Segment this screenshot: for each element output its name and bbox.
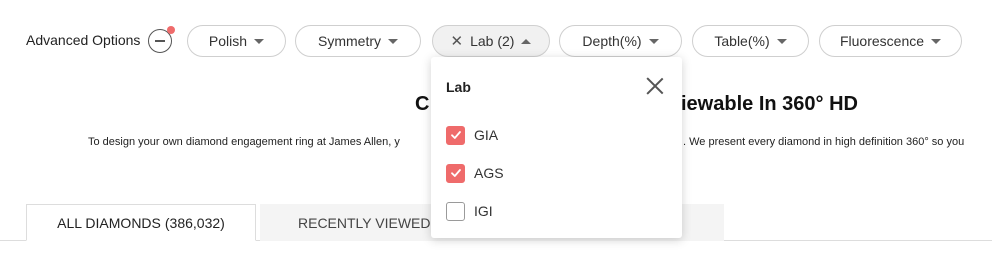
filter-chip-fluorescence[interactable]: Fluorescence [819, 25, 962, 57]
page-description-start: To design your own diamond engagement ri… [88, 136, 400, 148]
checkmark-icon [450, 131, 461, 139]
checkbox-checked[interactable] [446, 163, 465, 183]
option-label: GIA [474, 127, 499, 143]
caret-down-icon [776, 38, 787, 44]
tab-label: ALL DIAMONDS [57, 214, 161, 231]
caret-down-icon [388, 38, 398, 44]
tab-count: (386,032) [164, 214, 225, 231]
page-headline-start: C [415, 93, 430, 115]
filter-chip-label: Depth(%) [582, 33, 642, 49]
filter-chip-label: Lab (2) [470, 33, 515, 49]
checkmark-icon [450, 169, 461, 177]
page-description-end: . We present every diamond in high defin… [683, 136, 965, 148]
notification-dot [167, 26, 175, 34]
checkbox-unchecked[interactable] [446, 201, 465, 221]
filter-chip-symmetry[interactable]: Symmetry [295, 25, 421, 57]
close-icon[interactable] [646, 77, 664, 95]
page-headline-end: iewable In 360° HD [681, 93, 858, 115]
lab-option-ags[interactable]: AGS [446, 163, 504, 183]
advanced-options-toggle[interactable] [148, 26, 175, 53]
tab-label: RECENTLY VIEWED [298, 214, 431, 231]
filter-chip-label: Fluorescence [839, 33, 925, 49]
lab-option-gia[interactable]: GIA [446, 125, 498, 145]
dropdown-title: Lab [446, 79, 471, 95]
filter-chip-depth[interactable]: Depth(%) [559, 25, 682, 57]
minus-icon [155, 40, 165, 42]
filter-chip-table[interactable]: Table(%) [692, 25, 809, 57]
caret-down-icon [648, 38, 659, 44]
advanced-options-label: Advanced Options [26, 32, 141, 48]
caret-up-icon [521, 38, 532, 44]
filter-chip-label: Polish [208, 33, 248, 49]
checkbox-checked[interactable] [446, 125, 465, 145]
filter-chip-label: Symmetry [318, 33, 381, 49]
option-label: IGI [474, 203, 493, 219]
filter-chip-polish[interactable]: Polish [187, 25, 286, 57]
caret-down-icon [254, 38, 265, 44]
tab-all-diamonds[interactable]: ALL DIAMONDS (386,032) [26, 204, 256, 241]
filter-chip-label: Table(%) [714, 33, 770, 49]
close-icon[interactable]: ✕ [451, 34, 464, 49]
caret-down-icon [931, 38, 942, 44]
option-label: AGS [474, 165, 504, 181]
filter-chip-lab[interactable]: ✕ Lab (2) [432, 25, 550, 57]
lab-filter-dropdown: Lab GIA AGS IGI [431, 57, 682, 238]
lab-option-igi[interactable]: IGI [446, 201, 493, 221]
